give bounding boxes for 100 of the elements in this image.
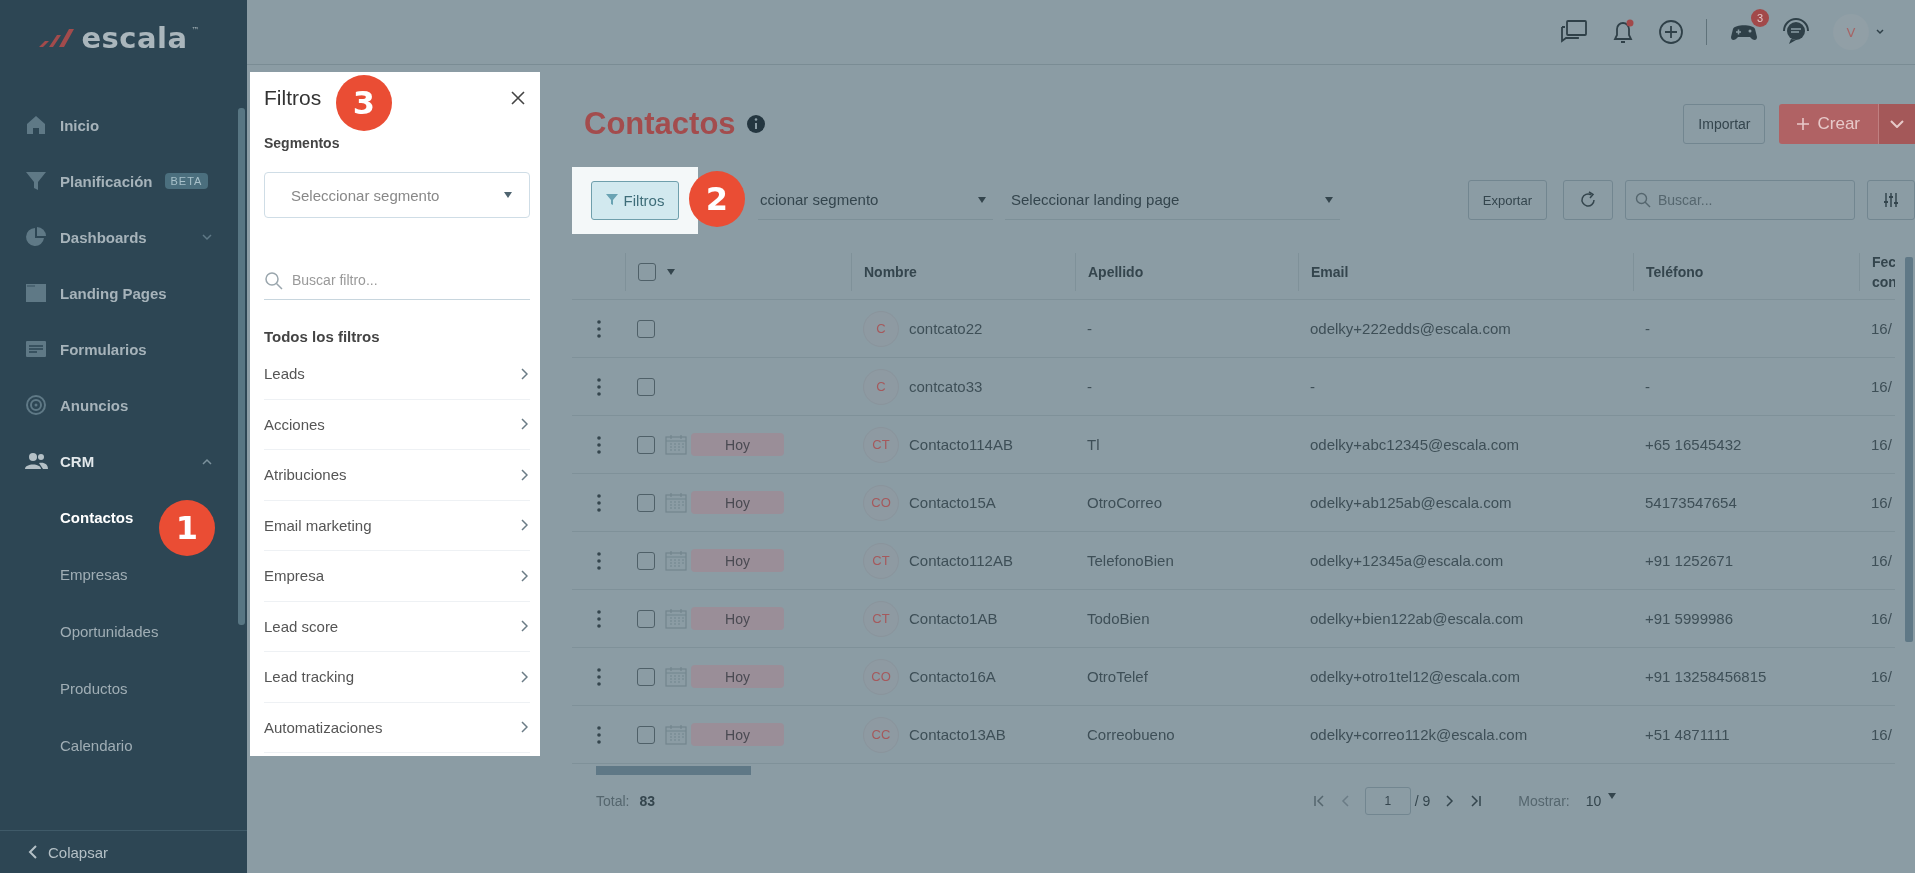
initials-avatar: CT <box>863 600 899 637</box>
row-checkbox[interactable] <box>637 377 655 396</box>
contact-name[interactable]: Contacto114AB <box>909 436 1013 453</box>
filter-button[interactable]: Filtros <box>590 180 680 220</box>
nav-item[interactable]: Anuncios <box>0 377 247 433</box>
nav-item[interactable]: Planificación BETA <box>0 153 247 209</box>
contact-name[interactable]: Contacto112AB <box>909 552 1013 569</box>
row-checkbox[interactable] <box>637 667 655 686</box>
next-page-icon[interactable] <box>1446 795 1455 807</box>
kebab-menu-icon[interactable] <box>596 609 601 628</box>
row-checkbox[interactable] <box>637 609 655 628</box>
last-name-cell: Tl <box>1087 436 1100 453</box>
chat-icon[interactable] <box>1560 19 1588 45</box>
contact-name[interactable]: Contacto13AB <box>909 726 1006 743</box>
funnel-icon <box>605 194 618 206</box>
nav-label: CRM <box>60 452 95 470</box>
column-header[interactable]: Nombre <box>864 264 917 280</box>
email-cell: odelky+222edds@escala.com <box>1310 320 1511 337</box>
kebab-menu-icon[interactable] <box>596 493 601 512</box>
nav-item[interactable]: Inicio <box>0 97 247 153</box>
filter-category[interactable]: Empresa <box>264 551 530 602</box>
plus-circle-icon[interactable] <box>1658 19 1684 45</box>
page-size-select[interactable]: 10 <box>1585 793 1618 809</box>
nav-subitem[interactable]: Calendario <box>60 717 133 774</box>
contact-name[interactable]: contcato33 <box>909 378 983 395</box>
filter-category[interactable]: Atribuciones <box>264 450 530 501</box>
import-button[interactable]: Importar <box>1683 104 1766 144</box>
select-all-checkbox[interactable] <box>638 263 656 281</box>
previous-page-icon[interactable] <box>1340 795 1349 807</box>
filter-category[interactable]: Lead tracking <box>264 652 530 703</box>
landing-page-select[interactable]: Seleccionar landing page <box>1005 180 1340 220</box>
refresh-icon <box>1579 191 1597 209</box>
scrollbar[interactable] <box>596 766 751 775</box>
row-checkbox[interactable] <box>637 435 655 454</box>
refresh-button[interactable] <box>1563 180 1613 220</box>
initials-avatar: C <box>863 310 899 347</box>
page-title: Contactos <box>584 106 736 142</box>
target-icon <box>24 393 48 417</box>
export-button[interactable]: Exportar <box>1467 180 1547 220</box>
contact-name[interactable]: Contacto16A <box>909 668 996 685</box>
kebab-menu-icon[interactable] <box>596 667 601 686</box>
date-cell: 16/ <box>1871 610 1892 627</box>
row-checkbox[interactable] <box>637 493 655 512</box>
beta-badge: BETA <box>164 173 209 189</box>
row-checkbox[interactable] <box>637 319 655 338</box>
caret-icon[interactable] <box>666 269 676 275</box>
chevron-right-icon <box>520 367 528 380</box>
create-button[interactable]: Crear <box>1779 104 1878 144</box>
nav-subitem[interactable]: Contactos <box>60 489 134 546</box>
first-page-icon[interactable] <box>1312 795 1325 807</box>
nav-item[interactable]: Landing Pages <box>0 265 247 321</box>
contact-name[interactable]: contcato22 <box>909 320 983 337</box>
nav-item[interactable]: CRM <box>0 433 247 489</box>
column-settings-button[interactable] <box>1867 180 1915 220</box>
date-cell: 16/ <box>1871 378 1892 395</box>
kebab-menu-icon[interactable] <box>596 319 601 338</box>
nav-subitem[interactable]: Productos <box>60 660 128 717</box>
caret-icon[interactable] <box>1875 29 1885 35</box>
close-icon[interactable] <box>510 90 526 106</box>
filter-category[interactable]: Lead score <box>264 601 530 652</box>
kebab-menu-icon[interactable] <box>596 435 601 454</box>
last-name-cell: - <box>1087 378 1092 395</box>
nav-item[interactable]: Formularios <box>0 321 247 377</box>
nav-item[interactable]: Dashboards <box>0 209 247 265</box>
contact-name[interactable]: Contacto15A <box>909 494 996 511</box>
filter-category[interactable]: Leads <box>264 349 530 400</box>
filter-category[interactable]: Acciones <box>264 399 530 450</box>
row-checkbox[interactable] <box>637 551 655 570</box>
kebab-menu-icon[interactable] <box>596 377 601 396</box>
trademark-mark: ™ <box>191 26 200 35</box>
segment-select[interactable]: ccionar segmento <box>758 180 993 220</box>
filter-category[interactable]: Automatizaciones <box>264 702 530 753</box>
filter-category[interactable]: Email marketing <box>264 500 530 551</box>
phone-cell: +91 5999986 <box>1645 610 1733 627</box>
column-header[interactable]: Apellido <box>1088 264 1144 280</box>
logo-text: escala <box>81 20 188 55</box>
chevron-right-icon <box>520 468 528 481</box>
panel-title: Filtros <box>264 86 322 110</box>
kebab-menu-icon[interactable] <box>596 551 601 570</box>
phone-cell: - <box>1645 378 1650 395</box>
nav-subitem[interactable]: Oportunidades <box>60 603 159 660</box>
search-icon <box>1635 192 1651 208</box>
scrollbar[interactable] <box>238 108 245 625</box>
nav-subitem[interactable]: Empresas <box>60 546 128 603</box>
contact-name[interactable]: Contacto1AB <box>909 610 998 627</box>
support-chat-icon[interactable] <box>1781 18 1811 46</box>
segment-select[interactable]: Seleccionar segmento <box>264 172 530 218</box>
page-input[interactable]: 1 <box>1364 787 1411 815</box>
row-checkbox[interactable] <box>637 725 655 744</box>
create-dropdown-button[interactable] <box>1878 104 1915 144</box>
initials-avatar: CT <box>863 542 899 579</box>
column-header[interactable]: Teléfono <box>1646 264 1704 280</box>
kebab-menu-icon[interactable] <box>596 725 601 744</box>
notification-badge: 3 <box>1751 9 1769 27</box>
window-icon <box>24 281 48 305</box>
scrollbar[interactable] <box>1905 257 1913 642</box>
phone-cell: +91 13258456815 <box>1645 668 1767 685</box>
phone-cell: +91 1252671 <box>1645 552 1733 569</box>
column-header[interactable]: Email <box>1311 264 1349 280</box>
last-page-icon[interactable] <box>1470 795 1483 807</box>
